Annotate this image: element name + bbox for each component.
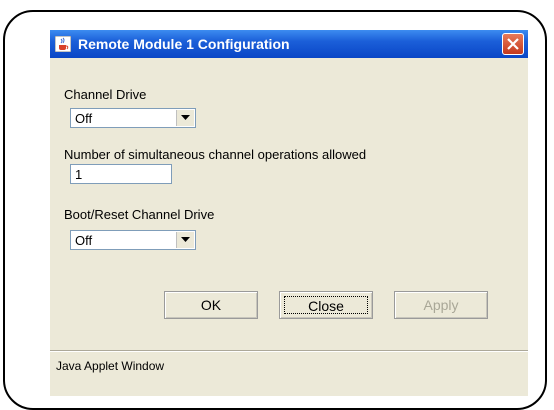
close-button-label: Close xyxy=(284,296,368,314)
boot-reset-drive-label: Boot/Reset Channel Drive xyxy=(64,207,215,222)
status-bar: Java Applet Window xyxy=(50,356,528,378)
window-title: Remote Module 1 Configuration xyxy=(78,36,290,52)
chevron-down-icon[interactable] xyxy=(176,110,194,126)
title-bar[interactable]: Remote Module 1 Configuration xyxy=(50,30,528,58)
close-button[interactable]: Close xyxy=(279,291,373,319)
channel-drive-value: Off xyxy=(75,111,93,126)
boot-reset-drive-value: Off xyxy=(75,233,93,248)
channel-drive-label: Channel Drive xyxy=(64,87,147,102)
apply-button[interactable]: Apply xyxy=(394,291,488,319)
java-cup-icon xyxy=(54,35,72,53)
simultaneous-ops-label: Number of simultaneous channel operation… xyxy=(64,147,367,162)
boot-reset-drive-select[interactable]: Off xyxy=(70,230,196,250)
config-dialog: Remote Module 1 Configuration Channel Dr… xyxy=(50,30,528,396)
simultaneous-ops-input[interactable]: 1 xyxy=(70,164,172,184)
status-text: Java Applet Window xyxy=(56,359,165,373)
chevron-down-icon[interactable] xyxy=(176,232,194,248)
simultaneous-ops-value: 1 xyxy=(75,167,83,182)
channel-drive-select[interactable]: Off xyxy=(70,108,196,128)
close-icon[interactable] xyxy=(502,33,524,55)
ok-button[interactable]: OK xyxy=(164,291,258,319)
status-separator xyxy=(50,350,528,352)
